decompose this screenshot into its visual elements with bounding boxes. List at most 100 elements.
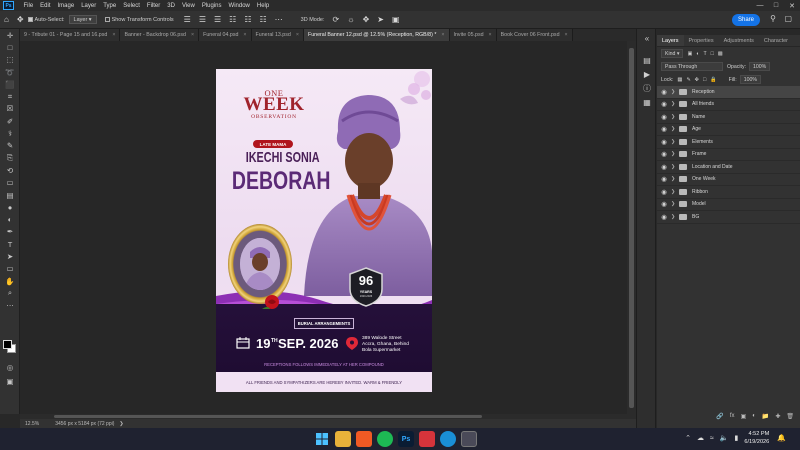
minimize-icon[interactable]: — xyxy=(752,0,768,11)
fx-icon[interactable]: fx xyxy=(730,413,735,419)
close-tab-icon[interactable]: × xyxy=(441,32,444,38)
hand-tool-icon[interactable]: ✋ xyxy=(0,275,20,287)
visibility-eye-icon[interactable]: ◉ xyxy=(657,100,671,108)
align-top-icon[interactable]: ☷ xyxy=(229,15,236,24)
document-tab[interactable]: Funeral 13.psd × xyxy=(251,29,304,41)
edit-toolbar-icon[interactable]: ⋯ xyxy=(0,300,20,312)
photoshop-taskbar-icon[interactable]: Ps xyxy=(398,431,414,447)
search-icon[interactable]: ⚲ xyxy=(770,14,776,23)
workspace-icon[interactable]: ▢ xyxy=(784,14,792,23)
3d-roll-icon[interactable]: ☼ xyxy=(347,15,354,24)
panel-tab-layers[interactable]: Layers xyxy=(657,35,684,46)
expand-chevron-icon[interactable]: ❯ xyxy=(671,214,677,220)
visibility-eye-icon[interactable]: ◉ xyxy=(657,175,671,183)
move-tool-icon[interactable]: ✛ xyxy=(0,29,20,41)
align-left-icon[interactable]: ☰ xyxy=(184,15,191,24)
edge-browser-icon[interactable] xyxy=(440,431,456,447)
expand-chevron-icon[interactable]: ❯ xyxy=(671,114,677,120)
menu-item-view[interactable]: View xyxy=(178,3,198,9)
visibility-eye-icon[interactable]: ◉ xyxy=(657,188,671,196)
panel-tab-properties[interactable]: Properties xyxy=(684,35,719,46)
delete-layer-icon[interactable]: 🗑 xyxy=(786,413,794,420)
menu-item-help[interactable]: Help xyxy=(253,3,272,9)
auto-select-checkbox[interactable] xyxy=(27,17,33,22)
expand-chevron-icon[interactable]: ❯ xyxy=(671,201,677,207)
menu-item-layer[interactable]: Layer xyxy=(78,3,100,9)
gradient-tool-icon[interactable]: ▤ xyxy=(0,189,20,201)
clock[interactable]: 4:52 PM 6/19/2026 xyxy=(744,430,769,446)
menu-item-edit[interactable]: Edit xyxy=(37,3,54,9)
notifications-icon[interactable]: 🔔 xyxy=(777,434,786,442)
menu-item-plugins[interactable]: Plugins xyxy=(198,3,225,9)
blur-tool-icon[interactable]: ● xyxy=(0,201,20,213)
document-tab[interactable]: 9 - Tribute 01 - Page 15 and 16.psd × xyxy=(20,29,121,41)
document-tab[interactable]: Funeral 04.psd × xyxy=(199,29,252,41)
vertical-scroll-thumb[interactable] xyxy=(629,48,634,408)
share-button[interactable]: Share xyxy=(732,14,760,26)
tray-expand-icon[interactable]: ⌃ xyxy=(685,434,691,442)
menu-item-window[interactable]: Window xyxy=(225,3,253,9)
visibility-eye-icon[interactable]: ◉ xyxy=(657,163,671,171)
vertical-scrollbar[interactable] xyxy=(627,41,636,414)
close-tab-icon[interactable]: × xyxy=(191,32,194,38)
pen-tool-icon[interactable]: ✒ xyxy=(0,226,20,238)
artboard-tool-icon[interactable]: □ xyxy=(0,41,20,53)
status-arrow-icon[interactable]: ❯ xyxy=(119,421,123,427)
home-icon[interactable]: ⌂ xyxy=(4,15,9,24)
onedrive-icon[interactable]: ☁ xyxy=(697,434,704,442)
visibility-eye-icon[interactable]: ◉ xyxy=(657,113,671,121)
visibility-eye-icon[interactable]: ◉ xyxy=(657,125,671,133)
expand-chevron-icon[interactable]: ❯ xyxy=(671,151,677,157)
new-layer-icon[interactable]: ✚ xyxy=(775,413,780,420)
align-right-icon[interactable]: ☰ xyxy=(214,15,221,24)
visibility-eye-icon[interactable]: ◉ xyxy=(657,150,671,158)
history-brush-icon[interactable]: ⟲ xyxy=(0,164,20,176)
eraser-tool-icon[interactable]: ▭ xyxy=(0,177,20,189)
lock-pixels-icon[interactable]: ▦ xyxy=(677,77,682,83)
filter-smart-icon[interactable]: ▩ xyxy=(718,51,723,57)
panel-tab-adjustments[interactable]: Adjustments xyxy=(719,35,759,46)
layer-row[interactable]: ◉ ❯ Model xyxy=(657,199,800,211)
filter-shape-icon[interactable]: □ xyxy=(711,51,714,57)
eyedropper-icon[interactable]: ✐ xyxy=(0,115,20,127)
expand-chevron-icon[interactable]: ❯ xyxy=(671,101,677,107)
document-tab[interactable]: Invite 05.psd × xyxy=(449,29,497,41)
expand-chevron-icon[interactable]: ❯ xyxy=(671,139,677,145)
link-layers-icon[interactable]: 🔗 xyxy=(716,413,723,420)
actions-icon[interactable]: ▶ xyxy=(637,67,657,81)
more-options-icon[interactable]: ⋯ xyxy=(275,15,283,24)
expand-chevron-icon[interactable]: ❯ xyxy=(671,89,677,95)
new-group-icon[interactable]: 📁 xyxy=(762,413,769,420)
auto-select-dropdown[interactable]: Layer ▾ xyxy=(68,15,97,24)
menu-item-3d[interactable]: 3D xyxy=(164,3,179,9)
foreground-color-swatch[interactable] xyxy=(3,340,12,349)
align-middle-icon[interactable]: ☷ xyxy=(244,15,251,24)
opacity-input[interactable]: 100% xyxy=(749,62,771,71)
lock-all-icon[interactable]: 🔒 xyxy=(710,77,716,83)
3d-pan-icon[interactable]: ✥ xyxy=(363,15,370,24)
app-active-icon[interactable] xyxy=(461,431,477,447)
expand-chevron-icon[interactable]: ❯ xyxy=(671,164,677,170)
close-tab-icon[interactable]: × xyxy=(489,32,492,38)
expand-chevron-icon[interactable]: ❯ xyxy=(671,189,677,195)
spotify-icon[interactable] xyxy=(377,431,393,447)
collapse-panels-icon[interactable]: « xyxy=(637,31,657,45)
blend-mode-dropdown[interactable]: Pass Through xyxy=(661,62,723,71)
quick-mask-icon[interactable]: ◎ xyxy=(0,361,20,373)
align-bottom-icon[interactable]: ☷ xyxy=(260,15,267,24)
lock-move-icon[interactable]: ✥ xyxy=(695,77,699,83)
document-tab[interactable]: Banner - Backdrop 06.psd × xyxy=(120,29,200,41)
expand-chevron-icon[interactable]: ❯ xyxy=(671,176,677,182)
screen-mode-icon[interactable]: ▣ xyxy=(0,375,20,387)
3d-scale-icon[interactable]: ▣ xyxy=(392,15,400,24)
panel-tab-character[interactable]: Character xyxy=(759,35,793,46)
align-center-icon[interactable]: ☰ xyxy=(199,15,206,24)
maximize-icon[interactable]: □ xyxy=(768,0,784,11)
layer-row[interactable]: ◉ ❯ Age xyxy=(657,124,800,136)
layer-row[interactable]: ◉ ❯ All friends xyxy=(657,99,800,111)
lock-paint-icon[interactable]: ✎ xyxy=(686,77,690,83)
marquee-tool-icon[interactable]: ⬚ xyxy=(0,54,20,66)
layer-row[interactable]: ◉ ❯ One Week xyxy=(657,174,800,186)
document-tab[interactable]: Funeral Banner 12.psd @ 12.5% (Reception… xyxy=(303,29,450,41)
layer-kind-filter[interactable]: Kind ▾ xyxy=(661,49,684,58)
